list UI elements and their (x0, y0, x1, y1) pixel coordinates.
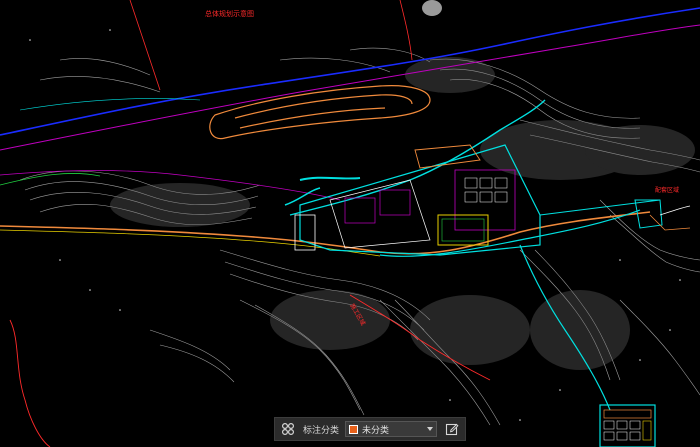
map-label-support: 配套区域 (655, 186, 679, 194)
grid-icon[interactable] (279, 420, 297, 438)
edit-icon[interactable] (443, 420, 461, 438)
cad-viewport[interactable]: 总体规划示意图 配套区域 施工区域 标注分类 未分类 (0, 0, 700, 447)
map-label-title: 总体规划示意图 (205, 9, 254, 18)
selected-category: 未分类 (362, 425, 390, 436)
category-select[interactable]: 未分类 (345, 421, 437, 437)
annotation-toolbar: 标注分类 未分类 (274, 417, 466, 441)
cad-drawing-canvas[interactable]: 总体规划示意图 配套区域 施工区域 (0, 0, 700, 447)
chevron-down-icon (427, 427, 433, 431)
terrain-peak (422, 0, 442, 16)
category-label: 标注分类 (303, 425, 340, 436)
category-color-swatch (349, 424, 359, 434)
